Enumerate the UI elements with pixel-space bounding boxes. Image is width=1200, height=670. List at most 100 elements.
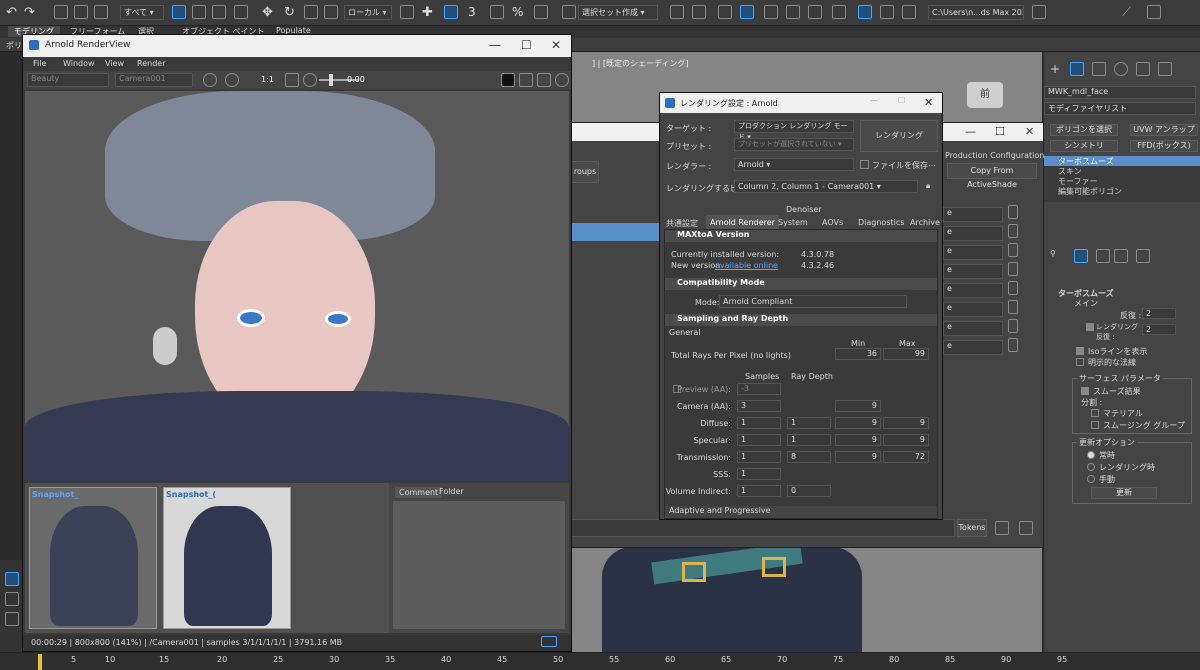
status-toggle-icon[interactable] [541,636,557,647]
render-iter-checkbox[interactable] [1086,323,1094,331]
render-button[interactable]: レンダリング [860,120,938,152]
unlink-icon[interactable] [74,5,88,19]
stack-item-skin[interactable]: スキン [1044,166,1200,176]
mode-dropdown[interactable]: Arnold Compliant [719,295,907,308]
renderer-dropdown[interactable]: Arnold ▾ [734,158,854,171]
row-dropdown[interactable]: e [943,225,1003,241]
named-selection-dropdown[interactable]: 選択セット作成 ▾ [578,5,658,20]
maximize-icon[interactable]: ☐ [521,38,532,52]
samples-spinner[interactable]: 3 [737,400,781,412]
depth-spinner[interactable]: 1 [787,434,831,446]
smoothing-groups-checkbox[interactable] [1091,421,1099,429]
menu-view[interactable]: View [105,59,124,68]
remove-modifier-icon[interactable] [1114,249,1128,263]
iterations-spinner[interactable]: 2 [1142,308,1176,319]
reference-coord-dropdown[interactable]: ローカル ▾ [344,5,392,20]
render-iter-spinner[interactable]: 2 [1142,324,1176,335]
list-item[interactable]: e [943,262,1043,281]
color-channel-icon[interactable] [501,73,515,87]
rendered-frame-icon[interactable] [880,5,894,19]
modify-tab-icon[interactable] [1070,62,1084,76]
exposure-slider-handle[interactable] [329,74,333,86]
lock-icon[interactable]: 🔒︎ [926,181,930,191]
samples-spinner[interactable]: 1 [737,417,781,429]
window-crossing-icon[interactable] [234,5,248,19]
rect-selection-icon[interactable] [212,5,226,19]
tab-common[interactable]: 共通設定 [666,218,698,229]
hierarchy-tab-icon[interactable] [1092,62,1106,76]
row-icon[interactable] [1007,338,1018,352]
snapshot-thumb[interactable]: Snapshot_ [29,487,157,629]
edit-named-selection-icon[interactable] [562,5,576,19]
utilities-tab-icon[interactable] [1158,62,1172,76]
tab-comment[interactable]: Comment [395,487,443,498]
samples-spinner[interactable]: -3 [737,383,781,395]
viewport-shading-label[interactable]: ] | [既定のシェーディング] [592,58,689,69]
tab-aovs[interactable]: AOVs [822,218,843,227]
selected-row[interactable] [571,223,661,241]
isoline-checkbox[interactable] [1076,347,1084,355]
select-manipulate-icon[interactable]: ✚ [422,5,436,20]
render-image[interactable] [25,91,569,481]
samples-spinner[interactable]: 1 [737,485,781,497]
object-name-field[interactable]: MWK_mdl_face [1044,86,1196,99]
row-dropdown[interactable]: e [943,263,1003,279]
keyboard-shortcut-icon[interactable] [444,5,458,19]
list-item[interactable]: e [943,319,1043,338]
explicit-normals-checkbox[interactable] [1076,358,1084,366]
toggle-ribbon-icon[interactable] [764,5,778,19]
close-icon[interactable]: ✕ [551,38,561,52]
create-tab-icon[interactable]: + [1050,62,1060,76]
save-file-icon[interactable] [995,521,1009,535]
viewport-layout-icon[interactable] [5,572,19,586]
viewport-layout-icon[interactable] [5,592,19,606]
close-icon[interactable]: ✕ [1025,125,1034,138]
time-slider-handle[interactable] [38,654,42,670]
view-to-render-dropdown[interactable]: Column 2, Column 1 - Camera001 ▾ [734,180,918,193]
copy-from-activeshade-button[interactable]: Copy From ActiveShade [947,163,1037,189]
link-icon[interactable] [54,5,68,19]
maximize-icon[interactable]: ☐ [995,125,1005,138]
exposure-icon[interactable] [303,73,317,87]
snap-toggle-icon[interactable]: 3 [468,5,482,19]
region-icon[interactable] [225,73,239,87]
adaptive-section-header[interactable]: Adaptive and Progressive [665,506,937,518]
menu-file[interactable]: File [33,59,46,68]
tab-diagnostics[interactable]: Diagnostics [858,218,904,227]
bind-spacewarp-icon[interactable] [94,5,108,19]
project-path-field[interactable]: C:\Users\n...ds Max 2022 [928,5,1024,20]
when-rendering-radio[interactable] [1087,463,1095,471]
stack-item-morpher[interactable]: モーファー [1044,176,1200,186]
row-dropdown[interactable]: e [943,206,1003,222]
sampling-section-header[interactable]: Sampling and Ray Depth [665,314,937,326]
zoom-ratio[interactable]: 1:1 [261,75,274,84]
depth-spinner[interactable]: 0 [787,485,831,497]
list-item[interactable]: e [943,224,1043,243]
maxtoa-section-header[interactable]: MAXtoA Version [665,230,937,242]
snapshot-thumb[interactable]: Snapshot_( [163,487,291,629]
pen-icon[interactable]: ⟋ [1122,5,1136,20]
toggle-scene-explorer-icon[interactable] [718,5,732,19]
samples-spinner[interactable]: 1 [737,468,781,480]
redo-icon[interactable]: ↷ [24,5,38,20]
motion-tab-icon[interactable] [1114,62,1128,76]
open-folder-icon[interactable] [1019,521,1033,535]
tab-folder[interactable]: Folder [439,487,464,496]
settings-gear-icon[interactable] [555,73,569,87]
row-icon[interactable] [1007,205,1018,219]
manual-radio[interactable] [1087,475,1095,483]
pin-stack-icon[interactable]: ⚲ [1050,249,1064,263]
groups-button[interactable]: roups [571,161,599,183]
depth-spinner[interactable]: 1 [787,417,831,429]
target-dropdown[interactable]: プロダクション レンダリング モード ▾ [734,120,854,141]
menu-window[interactable]: Window [63,59,95,68]
aov-dropdown[interactable]: Beauty [27,73,109,87]
mirror-icon[interactable] [670,5,684,19]
scale-icon[interactable] [304,5,318,19]
smooth-result-checkbox[interactable] [1081,387,1089,395]
toggle-layer-explorer-icon[interactable] [740,5,754,19]
symmetry-button[interactable]: シンメトリ [1050,140,1118,152]
modifier-list-dropdown[interactable]: モディファイヤリスト [1044,102,1196,115]
depth-spinner[interactable]: 8 [787,451,831,463]
always-radio[interactable] [1087,451,1095,459]
